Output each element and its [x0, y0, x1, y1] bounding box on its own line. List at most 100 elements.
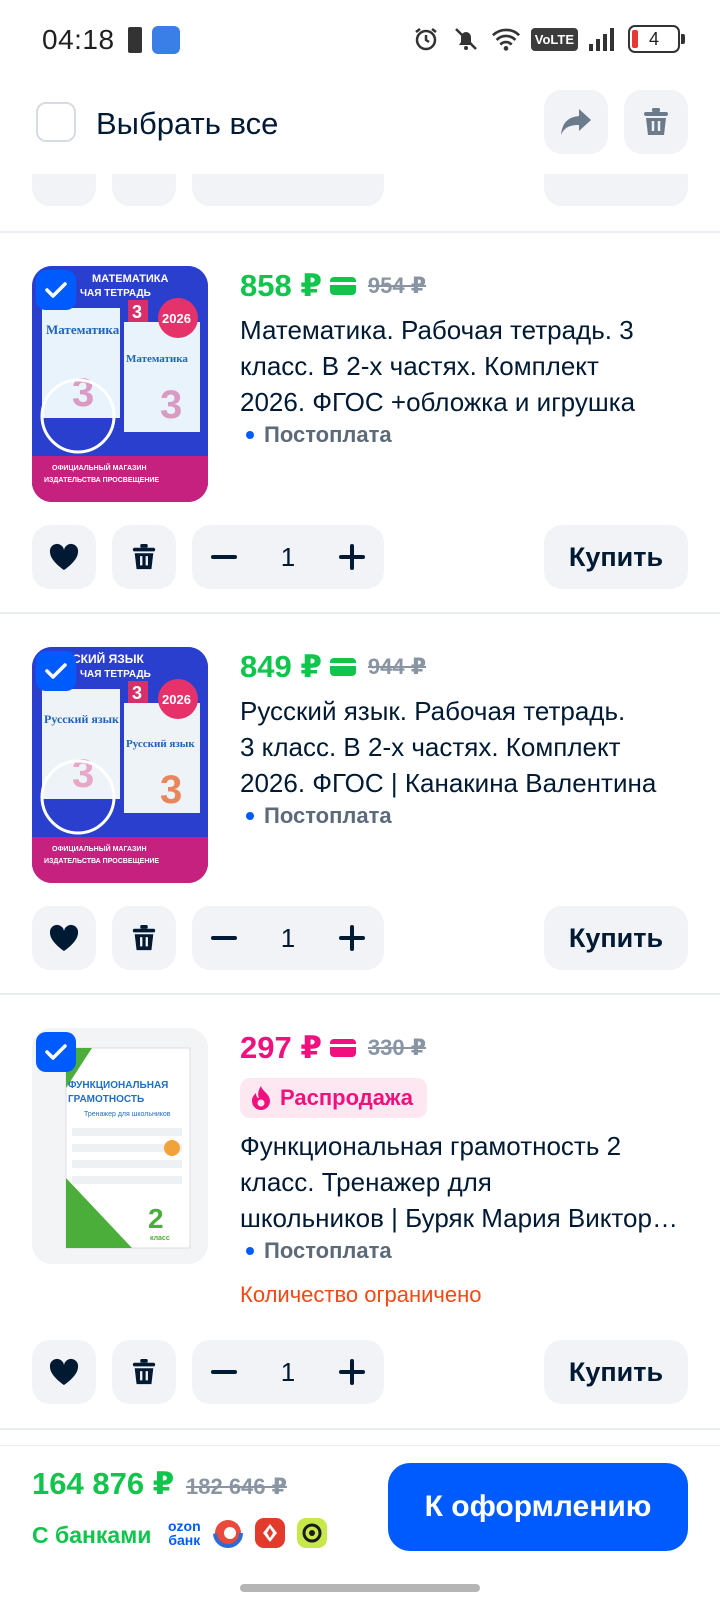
checkmark-icon [45, 1044, 67, 1060]
share-icon [561, 109, 591, 135]
bullet-icon [246, 1247, 254, 1255]
buy-button[interactable]: Купить [544, 525, 688, 589]
item-actions: 1 Купить [0, 1340, 720, 1404]
status-time: 04:18 [42, 24, 115, 55]
price: 297 ₽ [240, 1030, 322, 1065]
trash-icon [644, 108, 668, 135]
prev-quantity-stepper[interactable] [192, 174, 384, 206]
heart-icon [49, 1358, 79, 1385]
old-price: 330 ₽ [367, 1035, 427, 1060]
divider [0, 1428, 720, 1430]
svg-text:2026: 2026 [162, 311, 191, 326]
previous-item-actions [0, 174, 720, 208]
svg-text:3: 3 [132, 683, 142, 703]
svg-text:3: 3 [160, 383, 182, 427]
favorite-button[interactable] [32, 1340, 96, 1404]
delete-button[interactable] [112, 1340, 176, 1404]
old-price: 954 ₽ [367, 273, 427, 298]
minus-icon [211, 936, 237, 940]
svg-text:Математика: Математика [46, 322, 120, 337]
total-old-price: 182 646 ₽ [186, 1474, 287, 1499]
old-price: 944 ₽ [367, 654, 427, 679]
increase-button[interactable] [320, 906, 384, 970]
trash-icon [132, 544, 156, 570]
cart-item: ФУНКЦИОНАЛЬНАЯ ГРАМОТНОСТЬ Тренажер для … [0, 1028, 720, 1428]
checkmark-icon [45, 282, 67, 298]
prev-favorite-button[interactable] [32, 174, 96, 206]
svg-text:2: 2 [148, 1203, 164, 1234]
ozon-card-icon [329, 1039, 356, 1057]
svg-text:ГРАМОТНОСТЬ: ГРАМОТНОСТЬ [68, 1094, 144, 1105]
increase-button[interactable] [320, 1340, 384, 1404]
favorite-button[interactable] [32, 525, 96, 589]
svg-text:3: 3 [72, 371, 94, 415]
cart-item: СКИЙ ЯЗЫК ЧАЯ ТЕТРАДЬ Русский язык 3 Рус… [0, 647, 720, 977]
divider [0, 993, 720, 995]
battery-icon: 4 [628, 25, 685, 53]
app-notification-icon [152, 26, 180, 54]
checkout-button[interactable]: К оформлению [388, 1463, 688, 1551]
volte-icon: VoLTE [530, 27, 578, 51]
svg-text:ИЗДАТЕЛЬСТВА ПРОСВЕЩЕНИЕ: ИЗДАТЕЛЬСТВА ПРОСВЕЩЕНИЕ [44, 477, 159, 484]
trash-icon [132, 925, 156, 951]
svg-text:2026: 2026 [162, 692, 191, 707]
plus-icon [339, 925, 365, 951]
quantity-value[interactable]: 1 [256, 1340, 320, 1404]
bank-icons: ozon банк [168, 1518, 327, 1548]
cart-item: МАТЕМАТИКА ЧАЯ ТЕТРАДЬ Математика 3 Мате… [0, 266, 720, 596]
select-all-label[interactable]: Выбрать все [96, 106, 278, 142]
bullet-icon [246, 431, 254, 439]
home-indicator[interactable] [240, 1584, 480, 1592]
ozon-card-icon [329, 277, 356, 295]
svg-text:ФУНКЦИОНАЛЬНАЯ: ФУНКЦИОНАЛЬНАЯ [68, 1080, 168, 1091]
item-actions: 1 Купить [0, 525, 720, 589]
quantity-value[interactable]: 1 [256, 906, 320, 970]
decrease-button[interactable] [192, 906, 256, 970]
decrease-button[interactable] [192, 525, 256, 589]
payment-option: Постоплата [246, 803, 392, 829]
price: 858 ₽ [240, 268, 322, 303]
total-price: 164 876 ₽ [32, 1466, 175, 1501]
minus-icon [211, 555, 237, 559]
svg-text:3: 3 [160, 768, 182, 812]
bank-logo-icon [254, 1518, 285, 1548]
svg-text:ЧАЯ ТЕТРАДЬ: ЧАЯ ТЕТРАДЬ [80, 288, 151, 299]
signal-icon [588, 24, 618, 54]
buy-button[interactable]: Купить [544, 906, 688, 970]
prev-delete-button[interactable] [112, 174, 176, 206]
checkmark-icon [45, 663, 67, 679]
delete-selected-button[interactable] [624, 90, 688, 154]
buy-button[interactable]: Купить [544, 1340, 688, 1404]
decrease-button[interactable] [192, 1340, 256, 1404]
item-checkbox[interactable] [36, 270, 76, 310]
delete-button[interactable] [112, 525, 176, 589]
share-button[interactable] [544, 90, 608, 154]
prev-buy-button[interactable] [544, 174, 688, 206]
product-title[interactable]: Функциональная грамотность 2 класс. Трен… [240, 1128, 680, 1236]
delete-button[interactable] [112, 906, 176, 970]
checkout-bar: 164 876 ₽ 182 646 ₽ С банками ozon банк … [0, 1445, 720, 1610]
svg-text:ИЗДАТЕЛЬСТВА ПРОСВЕЩЕНИЕ: ИЗДАТЕЛЬСТВА ПРОСВЕЩЕНИЕ [44, 858, 159, 865]
wifi-icon [491, 24, 521, 54]
trash-icon [132, 1359, 156, 1385]
quantity-value[interactable]: 1 [256, 525, 320, 589]
item-checkbox[interactable] [36, 1032, 76, 1072]
status-bar: 04:18 VoLTE 4 [0, 0, 720, 84]
select-all-checkbox[interactable] [36, 102, 76, 142]
bank-logo-icon [212, 1518, 243, 1548]
ozon-card-icon [329, 658, 356, 676]
product-title[interactable]: Русский язык. Рабочая тетрадь. 3 класс. … [240, 693, 680, 801]
ozon-bank-logo: ozon банк [168, 1518, 201, 1548]
quantity-stepper: 1 [192, 906, 384, 970]
cart-header: Выбрать все [0, 84, 720, 174]
payment-option: Постоплата [246, 422, 392, 448]
svg-text:3: 3 [132, 302, 142, 322]
item-checkbox[interactable] [36, 651, 76, 691]
banks-label[interactable]: С банками [32, 1522, 151, 1549]
product-title[interactable]: Математика. Рабочая тетрадь. 3 класс. В … [240, 312, 680, 420]
svg-text:Тренажер для школьников: Тренажер для школьников [84, 1111, 171, 1118]
svg-text:ЧАЯ ТЕТРАДЬ: ЧАЯ ТЕТРАДЬ [80, 669, 151, 680]
svg-text:МАТЕМАТИКА: МАТЕМАТИКА [92, 273, 169, 285]
increase-button[interactable] [320, 525, 384, 589]
favorite-button[interactable] [32, 906, 96, 970]
